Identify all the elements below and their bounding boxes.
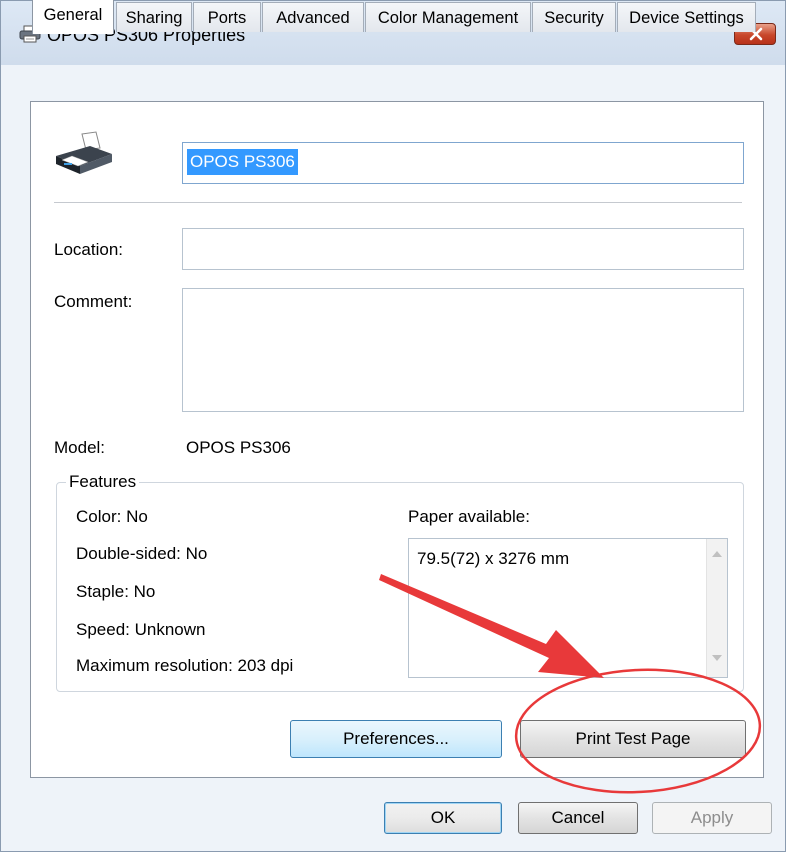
tab-general[interactable]: General	[32, 0, 114, 34]
annotation-arrow-icon	[379, 574, 604, 678]
annotation-circle	[514, 668, 762, 794]
annotation-overlay	[379, 574, 762, 794]
